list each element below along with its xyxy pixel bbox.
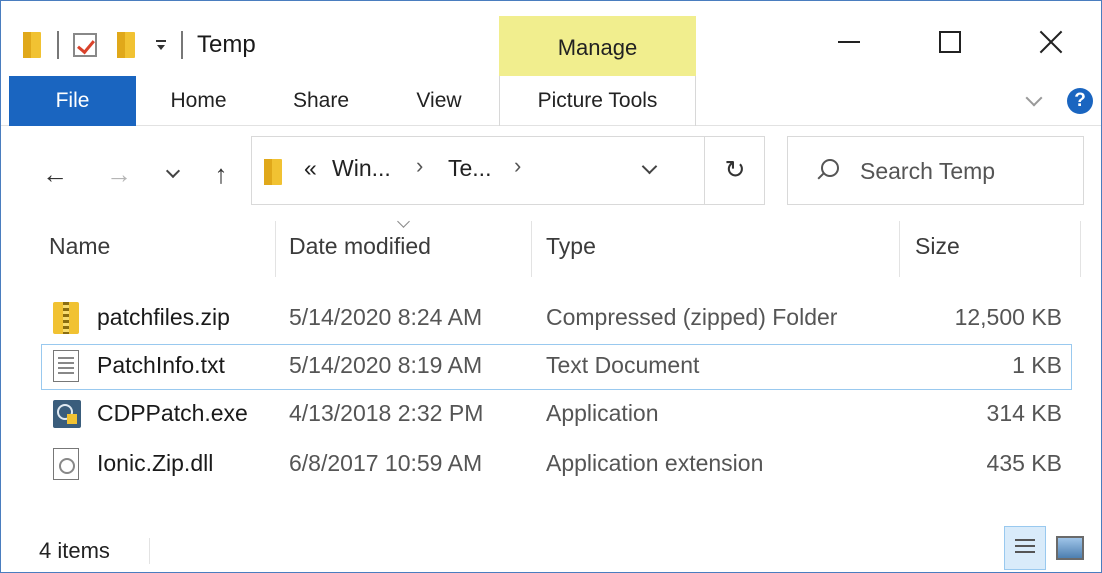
file-name: patchfiles.zip xyxy=(97,304,230,330)
breadcrumb-temp[interactable]: Te... xyxy=(448,155,491,182)
status-bar: 4 items xyxy=(1,526,1101,572)
up-button[interactable]: ↑ xyxy=(203,156,239,192)
title-bar: Temp Manage xyxy=(1,1,1101,76)
item-count: 4 items xyxy=(39,538,110,563)
file-size: 435 KB xyxy=(986,450,1062,476)
minimize-icon xyxy=(837,41,860,43)
file-name: CDPPatch.exe xyxy=(97,400,248,426)
customize-toolbar-icon[interactable] xyxy=(155,39,167,51)
window-controls xyxy=(798,19,1101,65)
file-size: 1 KB xyxy=(1012,352,1062,378)
file-row[interactable]: PatchInfo.txt 5/14/2020 8:19 AM Text Doc… xyxy=(41,344,1072,390)
status-divider xyxy=(149,538,150,564)
file-date: 4/13/2018 2:32 PM xyxy=(289,400,484,426)
forward-button[interactable]: → xyxy=(101,156,137,192)
column-type[interactable]: Type xyxy=(546,233,596,260)
application-icon xyxy=(53,400,81,428)
file-type: Application extension xyxy=(546,450,764,476)
breadcrumb-separator[interactable]: › xyxy=(514,153,521,179)
breadcrumb-overflow[interactable]: « xyxy=(304,155,317,182)
file-date: 6/8/2017 10:59 AM xyxy=(289,450,483,476)
file-row[interactable]: CDPPatch.exe 4/13/2018 2:32 PM Applicati… xyxy=(41,392,1072,438)
file-date: 5/14/2020 8:19 AM xyxy=(289,352,483,378)
search-input[interactable] xyxy=(860,151,1070,191)
sort-indicator-icon xyxy=(397,221,411,231)
explorer-window: Temp Manage File Home Share View Picture… xyxy=(0,0,1102,573)
ribbon-tabs: File Home Share View Picture Tools ? xyxy=(1,76,1101,126)
new-folder-icon[interactable] xyxy=(117,30,137,60)
tab-manage[interactable]: Manage xyxy=(499,16,696,76)
tab-file[interactable]: File xyxy=(9,76,136,126)
details-view-icon[interactable] xyxy=(1004,526,1046,570)
tab-view[interactable]: View xyxy=(399,76,479,126)
column-date-modified[interactable]: Date modified xyxy=(289,233,431,260)
toolbar-divider xyxy=(181,31,183,59)
help-icon[interactable]: ? xyxy=(1067,88,1093,114)
tab-share[interactable]: Share xyxy=(277,76,365,126)
tab-picture-tools[interactable]: Picture Tools xyxy=(499,76,696,126)
file-type: Compressed (zipped) Folder xyxy=(546,304,838,330)
address-bar[interactable]: « Win... › Te... › ↻ xyxy=(251,136,765,205)
navigation-bar: ← → ↑ « Win... › Te... › ↻ xyxy=(1,126,1101,221)
window-title: Temp xyxy=(197,31,256,58)
column-name[interactable]: Name xyxy=(49,233,110,260)
file-size: 314 KB xyxy=(986,400,1062,426)
maximize-icon xyxy=(938,31,961,53)
file-type: Application xyxy=(546,400,659,426)
expand-ribbon-icon[interactable] xyxy=(1026,92,1042,108)
recent-locations-button[interactable] xyxy=(161,156,185,192)
quick-access-toolbar: Temp xyxy=(23,23,256,67)
large-icons-view-icon[interactable] xyxy=(1056,536,1084,560)
column-headers: Name Date modified Type Size xyxy=(1,221,1101,281)
text-document-icon xyxy=(53,350,79,382)
folder-icon[interactable] xyxy=(23,30,43,60)
file-row[interactable]: patchfiles.zip 5/14/2020 8:24 AM Compres… xyxy=(41,296,1072,342)
address-divider xyxy=(704,137,705,204)
file-name: PatchInfo.txt xyxy=(97,352,225,378)
minimize-button[interactable] xyxy=(798,19,899,65)
folder-icon xyxy=(264,157,284,187)
refresh-button[interactable]: ↻ xyxy=(720,153,750,187)
close-icon xyxy=(1038,29,1064,55)
address-dropdown-icon[interactable] xyxy=(642,161,658,177)
back-button[interactable]: ← xyxy=(37,156,73,192)
file-size: 12,500 KB xyxy=(954,304,1062,330)
search-icon xyxy=(816,159,839,179)
breadcrumb-separator[interactable]: › xyxy=(416,153,423,179)
toolbar-divider xyxy=(57,31,59,59)
column-size[interactable]: Size xyxy=(915,233,960,260)
zip-folder-icon xyxy=(53,302,79,334)
breadcrumb-windows[interactable]: Win... xyxy=(332,155,391,182)
file-row[interactable]: Ionic.Zip.dll 6/8/2017 10:59 AM Applicat… xyxy=(41,442,1072,488)
tab-home[interactable]: Home xyxy=(151,76,246,126)
file-date: 5/14/2020 8:24 AM xyxy=(289,304,483,330)
properties-icon[interactable] xyxy=(73,33,97,57)
dll-icon xyxy=(53,448,79,480)
file-name: Ionic.Zip.dll xyxy=(97,450,214,476)
column-divider[interactable] xyxy=(899,221,900,277)
column-divider[interactable] xyxy=(1080,221,1081,277)
maximize-button[interactable] xyxy=(899,19,1000,65)
column-divider[interactable] xyxy=(275,221,276,277)
file-type: Text Document xyxy=(546,352,700,378)
column-divider[interactable] xyxy=(531,221,532,277)
close-button[interactable] xyxy=(1000,19,1101,65)
search-box[interactable] xyxy=(787,136,1084,205)
